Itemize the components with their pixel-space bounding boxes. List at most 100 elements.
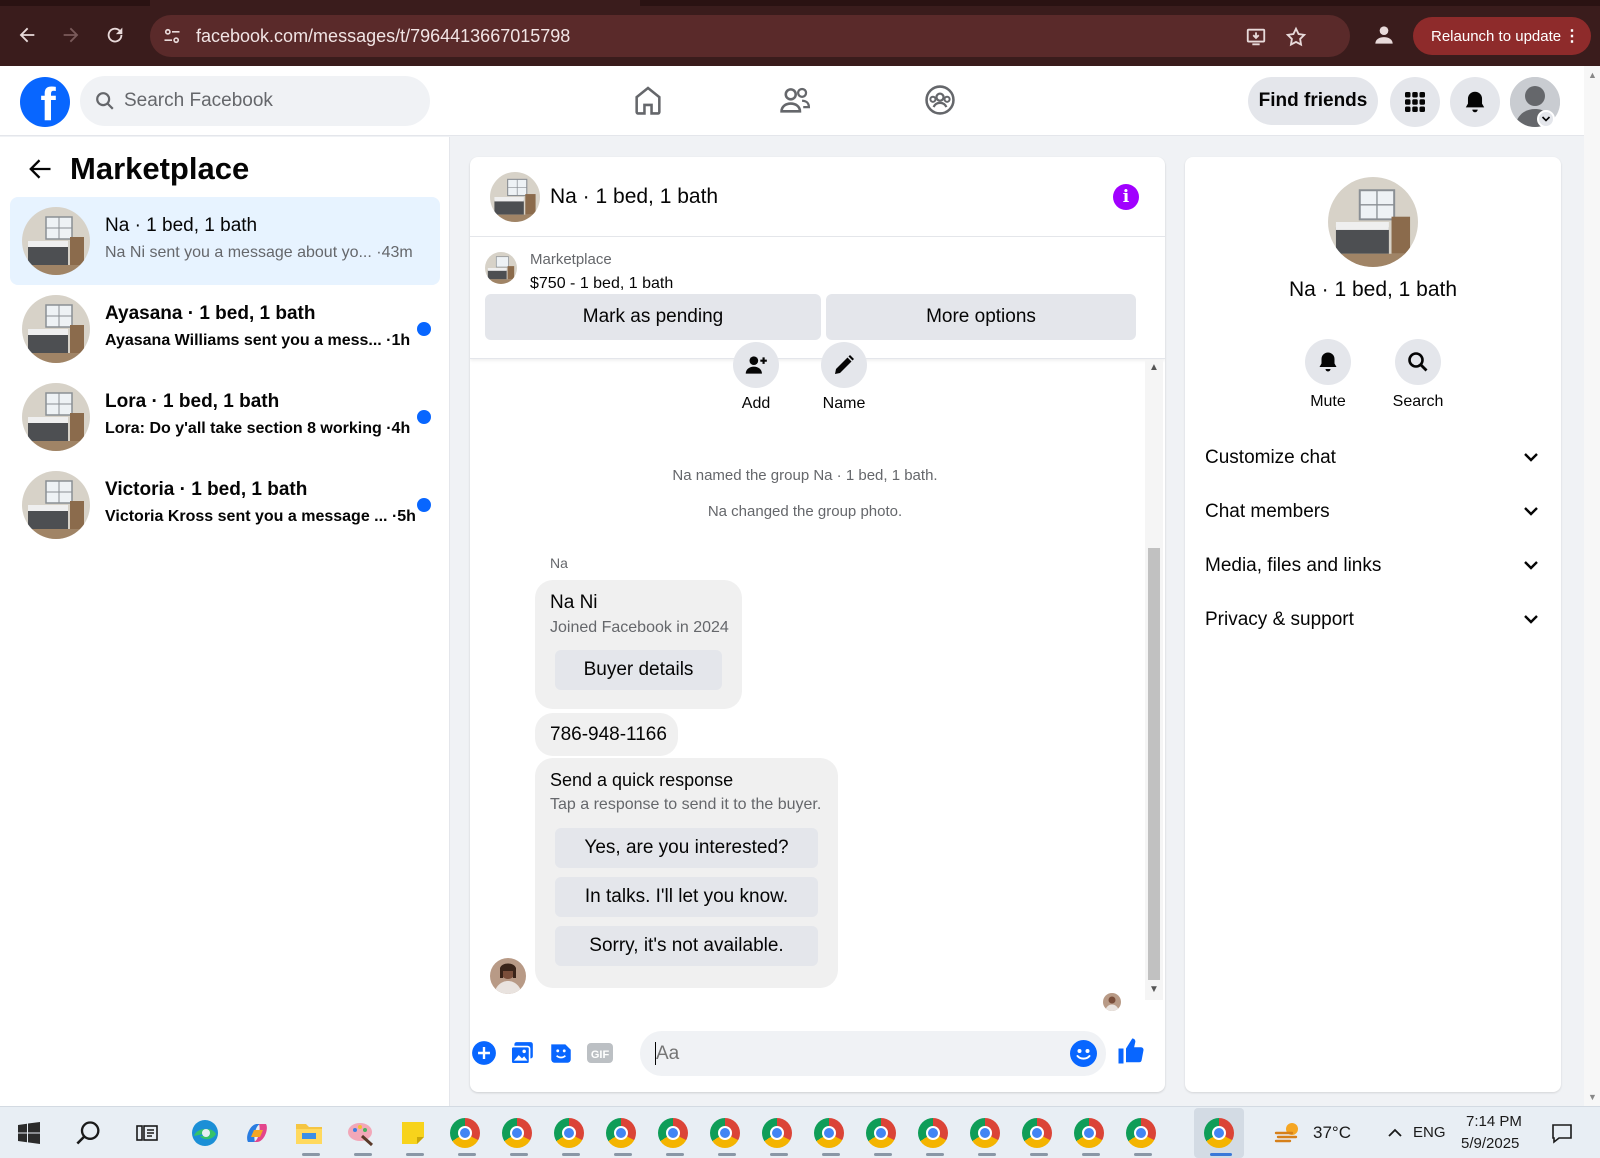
chrome-icon[interactable] xyxy=(812,1116,846,1150)
text-caret xyxy=(655,1042,656,1065)
site-info-icon[interactable] xyxy=(162,26,182,46)
facebook-logo-icon[interactable]: f xyxy=(20,77,70,127)
add-label: Add xyxy=(741,395,771,412)
notifications-icon[interactable] xyxy=(1545,1116,1579,1150)
chrome-icon[interactable] xyxy=(656,1116,690,1150)
address-bar[interactable]: facebook.com/messages/t/7964413667015798 xyxy=(150,15,1350,57)
facebook-search[interactable] xyxy=(80,76,430,126)
menu-grid-icon[interactable] xyxy=(1390,77,1440,127)
chrome-icon[interactable] xyxy=(604,1116,638,1150)
gif-icon[interactable]: GIF xyxy=(586,1039,614,1067)
conversation-item[interactable]: Lora · 1 bed, 1 bath Lora: Do y'all take… xyxy=(10,373,440,461)
chrome-icon[interactable] xyxy=(1124,1116,1158,1150)
chat-photo[interactable] xyxy=(1328,177,1418,267)
search-icon xyxy=(94,90,116,112)
back-arrow-icon[interactable] xyxy=(26,155,54,183)
browser-profile-icon[interactable] xyxy=(1371,22,1397,48)
conversation-name: Na · 1 bed, 1 bath xyxy=(105,215,258,236)
chrome-icon[interactable] xyxy=(760,1116,794,1150)
privacy-support-section[interactable]: Privacy & support xyxy=(1205,599,1541,639)
phone-number-text[interactable]: 786-948-1166 xyxy=(550,724,667,746)
chrome-icon[interactable] xyxy=(916,1116,950,1150)
pencil-icon[interactable] xyxy=(821,342,867,388)
chat-header: Na · 1 bed, 1 bath i xyxy=(470,157,1165,237)
profile-card-bubble: Na Ni Joined Facebook in 2024 Buyer deta… xyxy=(535,580,742,709)
scrollbar-thumb[interactable] xyxy=(1148,548,1160,980)
mark-as-pending-button[interactable]: Mark as pending xyxy=(485,294,821,340)
back-arrow-icon[interactable] xyxy=(12,20,42,50)
groups-icon[interactable] xyxy=(920,80,960,120)
clock-time[interactable]: 7:14 PM xyxy=(1466,1113,1522,1130)
marketplace-label: Marketplace xyxy=(530,251,612,268)
forward-arrow-icon[interactable] xyxy=(56,20,86,50)
chevron-up-icon[interactable] xyxy=(1378,1116,1412,1150)
conversation-item[interactable]: Ayasana · 1 bed, 1 bath Ayasana Williams… xyxy=(10,285,440,373)
chat-title[interactable]: Na · 1 bed, 1 bath xyxy=(550,185,718,209)
unread-dot xyxy=(417,410,431,424)
file-explorer-icon[interactable] xyxy=(292,1116,326,1150)
task-view-icon[interactable] xyxy=(130,1116,164,1150)
chat-scrollbar[interactable]: ▲ ▼ xyxy=(1145,360,1163,1000)
quick-response-option[interactable]: Sorry, it's not available. xyxy=(555,926,818,966)
message-thread: Add Name Na named the group Na · 1 bed, … xyxy=(470,342,1165,1015)
home-icon[interactable] xyxy=(628,80,668,120)
temperature-text[interactable]: 37°C xyxy=(1313,1123,1351,1143)
chrome-icon[interactable] xyxy=(552,1116,586,1150)
add-person-icon[interactable] xyxy=(733,342,779,388)
chrome-icon[interactable] xyxy=(1020,1116,1054,1150)
weather-icon[interactable] xyxy=(1272,1116,1306,1150)
copilot-icon[interactable] xyxy=(240,1116,274,1150)
sticker-icon[interactable] xyxy=(547,1039,575,1067)
more-options-button[interactable]: More options xyxy=(826,294,1136,340)
sticky-notes-icon[interactable] xyxy=(396,1116,430,1150)
message-input-box[interactable] xyxy=(640,1031,1106,1076)
chrome-icon[interactable] xyxy=(708,1116,742,1150)
menu-dots-icon[interactable]: ⋮ xyxy=(1564,26,1580,46)
chrome-icon[interactable] xyxy=(448,1116,482,1150)
windows-start-icon[interactable] xyxy=(12,1116,46,1150)
language-indicator[interactable]: ENG xyxy=(1413,1124,1446,1141)
search-icon[interactable] xyxy=(72,1116,106,1150)
chat-thumbnail[interactable] xyxy=(490,172,540,222)
clock-date[interactable]: 5/9/2025 xyxy=(1461,1135,1519,1152)
system-message: Na named the group Na · 1 bed, 1 bath. xyxy=(672,467,938,484)
customize-chat-section[interactable]: Customize chat xyxy=(1205,437,1541,477)
relaunch-label: Relaunch to update xyxy=(1431,27,1562,45)
sender-avatar[interactable] xyxy=(490,958,526,994)
reload-icon[interactable] xyxy=(100,20,130,50)
friends-icon[interactable] xyxy=(775,80,815,120)
notifications-bell-icon[interactable] xyxy=(1450,77,1500,127)
conversation-item[interactable]: Na · 1 bed, 1 bath Na Ni sent you a mess… xyxy=(10,197,440,285)
chrome-icon[interactable] xyxy=(500,1116,534,1150)
browser-toolbar: facebook.com/messages/t/7964413667015798… xyxy=(0,0,1600,66)
photo-icon[interactable] xyxy=(508,1039,536,1067)
install-app-icon[interactable] xyxy=(1245,26,1267,48)
chat-members-section[interactable]: Chat members xyxy=(1205,491,1541,531)
message-input[interactable] xyxy=(654,1031,1044,1076)
listing-price[interactable]: $750 - 1 bed, 1 bath xyxy=(530,275,673,293)
bookmark-star-icon[interactable] xyxy=(1285,26,1307,48)
conversation-item[interactable]: Victoria · 1 bed, 1 bath Victoria Kross … xyxy=(10,461,440,549)
emoji-icon[interactable] xyxy=(1070,1040,1097,1067)
chrome-icon[interactable] xyxy=(864,1116,898,1150)
chrome-icon[interactable] xyxy=(1072,1116,1106,1150)
chrome-icon[interactable] xyxy=(1202,1116,1236,1150)
account-chevron-down-icon[interactable] xyxy=(1537,110,1555,128)
quick-response-option[interactable]: Yes, are you interested? xyxy=(555,828,818,868)
relaunch-button[interactable]: Relaunch to update ⋮ xyxy=(1413,17,1591,55)
media-files-links-section[interactable]: Media, files and links xyxy=(1205,545,1541,585)
mute-bell-icon[interactable] xyxy=(1305,339,1351,385)
chrome-icon[interactable] xyxy=(968,1116,1002,1150)
edge-browser-icon[interactable] xyxy=(188,1116,222,1150)
more-actions-icon[interactable] xyxy=(470,1039,498,1067)
quick-response-option[interactable]: In talks. I'll let you know. xyxy=(555,877,818,917)
search-icon[interactable] xyxy=(1395,339,1441,385)
thumbs-up-icon[interactable] xyxy=(1115,1035,1147,1067)
buyer-details-button[interactable]: Buyer details xyxy=(555,650,722,690)
find-friends-button[interactable]: Find friends xyxy=(1248,77,1378,125)
search-input[interactable] xyxy=(124,76,414,126)
url-text[interactable]: facebook.com/messages/t/7964413667015798 xyxy=(196,26,570,47)
page-scrollbar[interactable]: ▲ ▼ xyxy=(1584,66,1600,1106)
info-icon[interactable]: i xyxy=(1113,184,1139,210)
paint-app-icon[interactable] xyxy=(344,1116,378,1150)
